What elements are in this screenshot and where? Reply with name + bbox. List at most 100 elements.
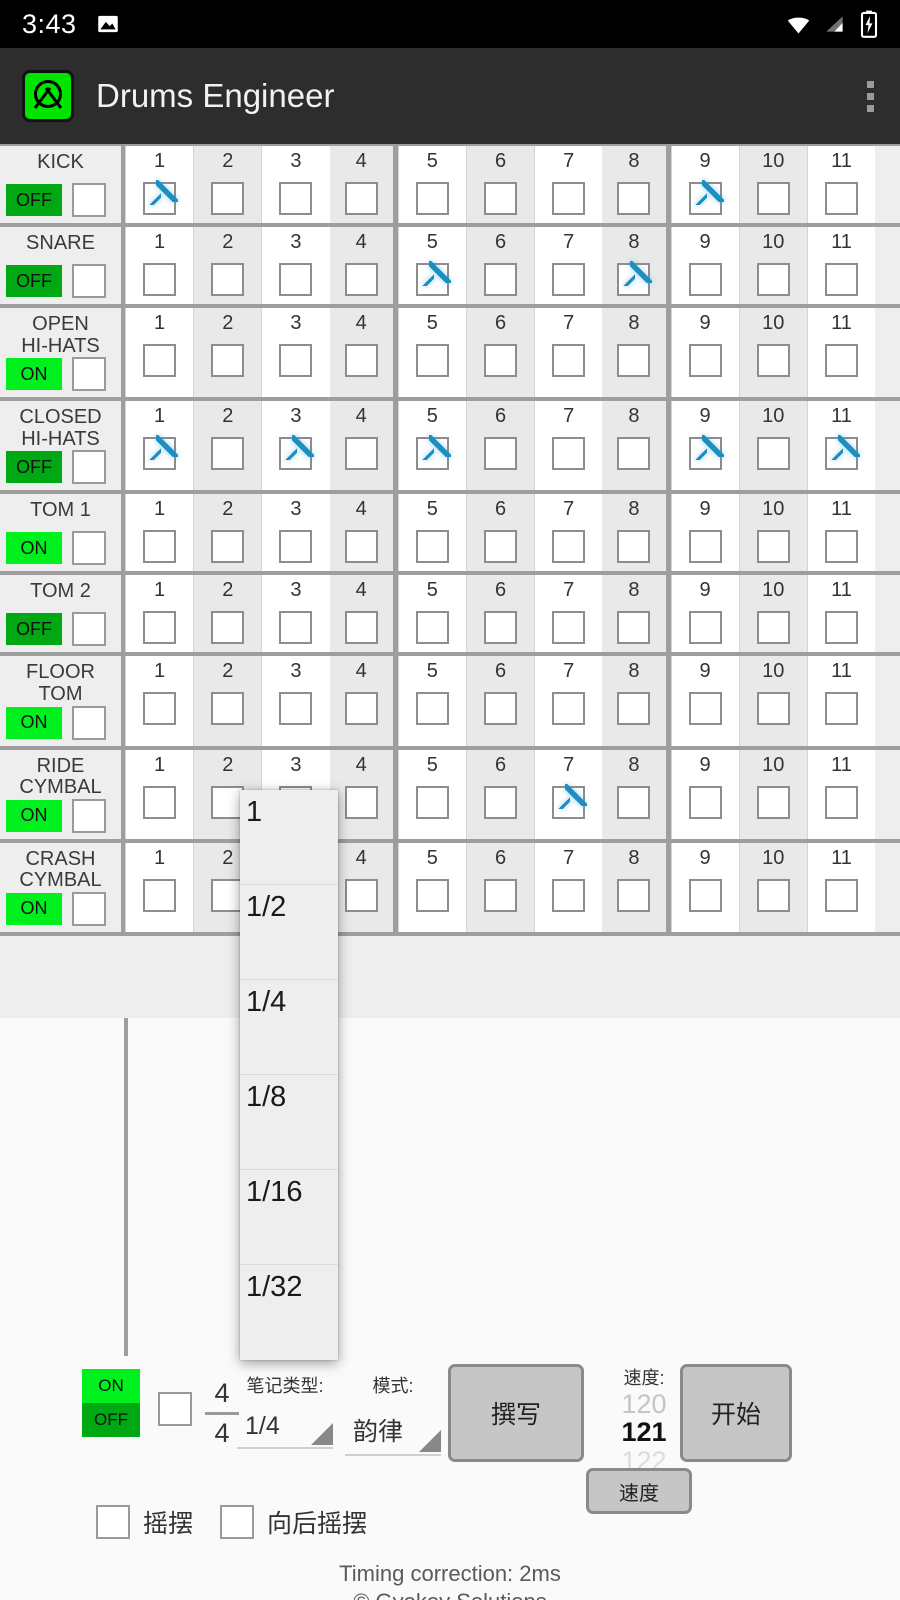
step-checkbox[interactable] xyxy=(688,263,722,296)
step-checkbox[interactable] xyxy=(617,437,651,471)
step-checkbox[interactable] xyxy=(279,182,313,215)
instrument-state-toggle[interactable]: OFF xyxy=(6,265,62,297)
step-cell[interactable]: 5 xyxy=(397,227,466,304)
step-cell[interactable]: 11 xyxy=(806,308,876,398)
step-checkbox[interactable] xyxy=(484,344,518,377)
step-cell[interactable]: 3 xyxy=(261,656,330,746)
step-cell[interactable]: 3 xyxy=(261,575,330,653)
step-checkbox-checked[interactable] xyxy=(279,437,313,471)
step-checkbox[interactable] xyxy=(824,344,858,377)
step-cell[interactable]: 9 xyxy=(670,575,739,653)
step-cell[interactable]: 10 xyxy=(738,842,807,932)
step-cell[interactable]: 7 xyxy=(534,308,603,398)
step-cell[interactable]: 3 xyxy=(261,494,330,572)
step-checkbox[interactable] xyxy=(484,530,518,564)
step-checkbox[interactable] xyxy=(484,785,518,819)
metronome-toggle-group[interactable]: ON OFF xyxy=(82,1369,140,1437)
step-checkbox[interactable] xyxy=(688,530,722,564)
step-cell[interactable]: 1 xyxy=(125,227,194,304)
step-cell[interactable]: 11 xyxy=(806,494,876,572)
step-cell[interactable]: 8 xyxy=(602,656,671,746)
step-checkbox[interactable] xyxy=(552,611,586,645)
step-cell[interactable]: 5 xyxy=(397,749,466,839)
step-cell[interactable]: 6 xyxy=(465,656,535,746)
step-checkbox[interactable] xyxy=(824,530,858,564)
metronome-on-button[interactable]: ON xyxy=(82,1369,140,1403)
step-cell[interactable]: 3 xyxy=(261,227,330,304)
step-cell[interactable]: 6 xyxy=(465,146,535,223)
step-cell[interactable]: 10 xyxy=(738,575,807,653)
step-cell[interactable]: 10 xyxy=(738,401,807,491)
instrument-select-checkbox[interactable] xyxy=(72,612,106,647)
step-cell[interactable]: 2 xyxy=(193,494,262,572)
step-checkbox[interactable] xyxy=(143,878,177,912)
step-checkbox[interactable] xyxy=(415,692,449,726)
step-cell[interactable]: 1 xyxy=(125,749,194,839)
step-checkbox[interactable] xyxy=(344,344,378,377)
step-checkbox[interactable] xyxy=(552,692,586,726)
step-checkbox[interactable] xyxy=(143,611,177,645)
step-checkbox[interactable] xyxy=(344,263,378,296)
step-cell[interactable]: 5 xyxy=(397,146,466,223)
step-checkbox[interactable] xyxy=(415,344,449,377)
step-checkbox[interactable] xyxy=(756,692,790,726)
step-cell[interactable]: 6 xyxy=(465,401,535,491)
step-checkbox[interactable] xyxy=(824,182,858,215)
step-cell[interactable]: 10 xyxy=(738,308,807,398)
step-cell[interactable]: 4 xyxy=(329,227,398,304)
step-cell[interactable]: 7 xyxy=(534,401,603,491)
dropdown-item[interactable]: 1/2 xyxy=(240,885,338,980)
step-cell[interactable]: 4 xyxy=(329,749,398,839)
backward-swing-checkbox[interactable] xyxy=(220,1505,255,1539)
step-checkbox[interactable] xyxy=(824,263,858,296)
step-cell[interactable]: 5 xyxy=(397,494,466,572)
step-cell[interactable]: 2 xyxy=(193,575,262,653)
instrument-state-toggle[interactable]: ON xyxy=(6,706,62,739)
step-cell[interactable]: 4 xyxy=(329,575,398,653)
step-cell[interactable]: 2 xyxy=(193,401,262,491)
step-cell[interactable]: 8 xyxy=(602,308,671,398)
step-cell[interactable]: 2 xyxy=(193,227,262,304)
step-checkbox[interactable] xyxy=(484,611,518,645)
step-checkbox[interactable] xyxy=(756,611,790,645)
step-checkbox[interactable] xyxy=(756,785,790,819)
step-checkbox[interactable] xyxy=(617,182,651,215)
step-checkbox[interactable] xyxy=(344,182,378,215)
step-cell[interactable]: 4 xyxy=(329,494,398,572)
step-cell[interactable]: 8 xyxy=(602,401,671,491)
step-checkbox[interactable] xyxy=(484,437,518,471)
step-cell[interactable]: 3 xyxy=(261,146,330,223)
step-checkbox[interactable] xyxy=(617,611,651,645)
step-checkbox[interactable] xyxy=(756,344,790,377)
step-cell[interactable]: 1 xyxy=(125,401,194,491)
step-cell[interactable]: 10 xyxy=(738,656,807,746)
step-cell[interactable]: 1 xyxy=(125,308,194,398)
dropdown-item[interactable]: 1/4 xyxy=(240,980,338,1075)
step-cell[interactable]: 9 xyxy=(670,227,739,304)
step-checkbox[interactable] xyxy=(143,785,177,819)
step-cell[interactable]: 4 xyxy=(329,842,398,932)
step-checkbox[interactable] xyxy=(344,530,378,564)
step-checkbox[interactable] xyxy=(279,530,313,564)
step-cell[interactable]: 9 xyxy=(670,146,739,223)
step-checkbox[interactable] xyxy=(688,611,722,645)
step-cell[interactable]: 10 xyxy=(738,227,807,304)
step-checkbox[interactable] xyxy=(552,437,586,471)
step-checkbox[interactable] xyxy=(415,530,449,564)
step-checkbox[interactable] xyxy=(211,182,245,215)
step-checkbox[interactable] xyxy=(552,530,586,564)
drum-sequencer-grid[interactable]: KICK OFF 1 2 3 4 5 6 7 8 9 10 11 SNARE OFF 1 2 3 4 5 6 7 8 9 10 1… xyxy=(0,144,900,1018)
step-checkbox[interactable] xyxy=(484,878,518,912)
start-button[interactable]: 开始 xyxy=(680,1364,792,1462)
step-checkbox[interactable] xyxy=(484,263,518,296)
step-checkbox[interactable] xyxy=(279,263,313,296)
step-checkbox[interactable] xyxy=(279,692,313,726)
instrument-select-checkbox[interactable] xyxy=(72,183,106,217)
instrument-state-toggle[interactable]: ON xyxy=(6,892,62,925)
step-cell[interactable]: 5 xyxy=(397,401,466,491)
step-checkbox[interactable] xyxy=(756,182,790,215)
step-cell[interactable]: 3 xyxy=(261,401,330,491)
instrument-select-checkbox[interactable] xyxy=(72,531,106,566)
step-cell[interactable]: 11 xyxy=(806,749,876,839)
instrument-select-checkbox[interactable] xyxy=(72,705,106,740)
